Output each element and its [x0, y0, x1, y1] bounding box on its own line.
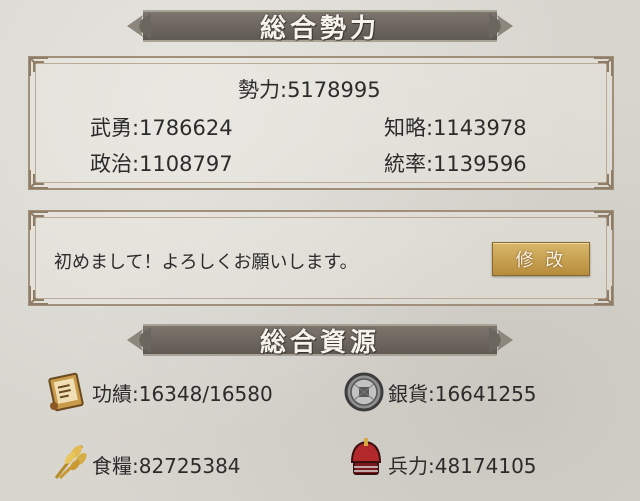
power-title: 総合勢力: [259, 13, 380, 44]
edit-button[interactable]: 修 改: [492, 242, 590, 276]
profile-panel: 初めまして！よろしくお願いします。 修 改: [28, 210, 614, 306]
intellect-value: 知略:1143978: [384, 116, 527, 140]
total-power-value: 勢力:5178995: [238, 78, 381, 102]
politics-value: 政治:1108797: [90, 152, 233, 176]
banner-ornament-left: [127, 327, 151, 353]
silver-value: 銀貨:16641255: [388, 382, 537, 406]
power-banner: 総合勢力: [125, 6, 515, 46]
merit-value: 功績:16348/16580: [92, 382, 273, 406]
food-value: 食糧:82725384: [92, 454, 241, 478]
resources-title: 総合資源: [259, 327, 380, 358]
bravery-value: 武勇:1786624: [90, 116, 233, 140]
banner-ornament-right: [489, 327, 513, 353]
banner-ornament-right: [489, 13, 513, 39]
troops-value: 兵力:48174105: [388, 454, 537, 478]
power-panel: 勢力:5178995 武勇:1786624 知略:1143978 政治:1108…: [28, 56, 614, 190]
resources-banner: 総合資源: [125, 320, 515, 360]
leadership-value: 統率:1139596: [384, 152, 527, 176]
banner-ornament-left: [127, 13, 151, 39]
profile-greeting: 初めまして！よろしくお願いします。: [54, 252, 358, 273]
helmet-icon: [350, 438, 382, 475]
scroll-icon: [48, 372, 84, 412]
coin-icon: [344, 372, 384, 412]
grain-icon: [54, 445, 87, 480]
